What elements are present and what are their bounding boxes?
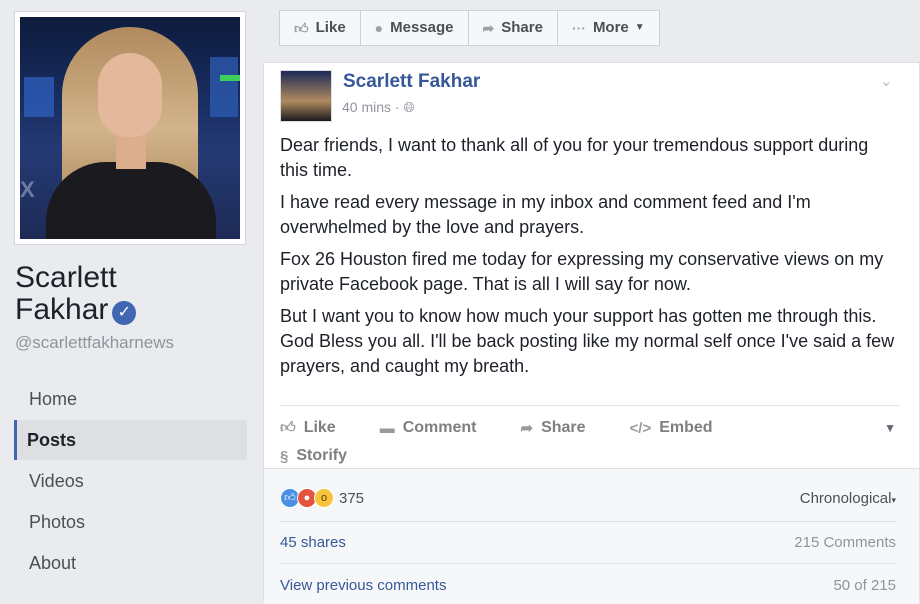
post-meta: 40 mins · 🌐︎ bbox=[342, 99, 415, 115]
share-arrow-icon: ➦ bbox=[520, 420, 534, 437]
page-action-bar: 👍︎ Like ● Message ➦ Share ··· More ▼ bbox=[279, 10, 660, 46]
nav-item-photos[interactable]: Photos bbox=[14, 502, 247, 542]
nav-item-about[interactable]: About bbox=[14, 543, 247, 583]
reaction-count[interactable]: 375 bbox=[339, 490, 364, 507]
post-author[interactable]: Scarlett Fakhar bbox=[343, 71, 480, 93]
globe-icon: 🌐︎ bbox=[403, 99, 415, 115]
page-handle: @scarlettfakharnews bbox=[15, 333, 174, 352]
post-paragraph: Dear friends, I want to thank all of you… bbox=[280, 135, 869, 180]
page-nav: Home Posts Videos Photos About bbox=[14, 379, 247, 584]
divider bbox=[280, 563, 896, 564]
post-card: Scarlett Fakhar 40 mins · 🌐︎ ⌄ Dear frie… bbox=[263, 62, 920, 604]
storify-icon: § bbox=[280, 447, 289, 465]
comments-count[interactable]: 215 Comments bbox=[794, 534, 896, 551]
comment-page-count: 50 of 215 bbox=[833, 576, 896, 594]
post-paragraph: I have read every message in my inbox an… bbox=[280, 192, 811, 237]
post-embed-label: Embed bbox=[659, 419, 713, 436]
page-more-label: More bbox=[592, 19, 629, 36]
comment-sort-label: Chronological bbox=[799, 489, 892, 507]
reactions-panel: 👍︎ ● o 375 Chronological▾ 45 shares 215 Co… bbox=[264, 468, 919, 604]
post-body: Dear friends, I want to thank all of you… bbox=[280, 133, 900, 386]
post-timestamp[interactable]: 40 mins bbox=[342, 99, 391, 115]
post-like-button[interactable]: 👍︎ Like bbox=[280, 419, 336, 437]
profile-photo-image: X bbox=[20, 17, 240, 239]
page-share-button[interactable]: ➦ Share bbox=[467, 10, 558, 46]
verified-check-icon: ✓ bbox=[112, 301, 137, 325]
post-comment-label: Comment bbox=[402, 419, 477, 436]
post-paragraph: Fox 26 Houston fired me today for expres… bbox=[280, 249, 884, 294]
page-like-label: Like bbox=[315, 19, 346, 36]
caret-down-icon[interactable]: ▼ bbox=[884, 421, 896, 435]
view-previous-comments-link[interactable]: View previous comments bbox=[280, 577, 446, 594]
page-message-label: Message bbox=[390, 19, 454, 36]
page-more-button[interactable]: ··· More ▼ bbox=[556, 10, 660, 46]
shares-link[interactable]: 45 shares bbox=[280, 534, 346, 551]
post-like-label: Like bbox=[303, 419, 336, 436]
post-paragraph: But I want you to know how much your sup… bbox=[280, 306, 895, 376]
page-like-button[interactable]: 👍︎ Like bbox=[279, 10, 361, 46]
post-storify-label: Storify bbox=[296, 447, 348, 464]
page-share-label: Share bbox=[501, 19, 543, 36]
reaction-icons[interactable]: 👍︎ ● o bbox=[280, 488, 334, 508]
thumbs-up-icon: 👍︎ bbox=[280, 419, 296, 436]
post-actions: 👍︎ Like ▬ Comment ➦ Share </> Embed ▼ § … bbox=[280, 405, 900, 470]
ellipsis-icon: ··· bbox=[571, 20, 586, 36]
page-title-line1: Scarlett bbox=[15, 261, 117, 294]
caret-down-icon: ▼ bbox=[634, 22, 645, 33]
share-arrow-icon: ➦ bbox=[482, 20, 495, 36]
messenger-icon: ● bbox=[374, 20, 384, 36]
page-title-line2: Fakhar bbox=[15, 293, 109, 326]
nav-item-videos[interactable]: Videos bbox=[14, 461, 247, 501]
profile-photo[interactable]: X bbox=[14, 11, 246, 245]
post-storify-button[interactable]: § Storify bbox=[280, 447, 347, 465]
post-embed-button[interactable]: </> Embed bbox=[630, 419, 713, 437]
author-avatar[interactable] bbox=[280, 70, 332, 122]
left-column: X Scarlett Fakhar ✓ @scarlettfakharnews H… bbox=[0, 0, 263, 595]
post-options-chevron-icon[interactable]: ⌄ bbox=[880, 71, 893, 91]
post-share-label: Share bbox=[541, 419, 586, 436]
wow-reaction-icon: o bbox=[314, 488, 334, 508]
comment-sort-dropdown[interactable]: Chronological▾ bbox=[800, 490, 896, 507]
comment-icon: ▬ bbox=[379, 419, 395, 437]
divider bbox=[280, 521, 896, 522]
page-title: Scarlett Fakhar ✓ bbox=[15, 261, 137, 326]
post-share-button[interactable]: ➦ Share bbox=[520, 419, 585, 437]
post-comment-button[interactable]: ▬ Comment bbox=[380, 419, 477, 437]
caret-down-icon: ▾ bbox=[891, 494, 896, 505]
nav-item-posts[interactable]: Posts bbox=[14, 420, 247, 460]
thumbs-up-icon: 👍︎ bbox=[294, 20, 309, 36]
nav-item-home[interactable]: Home bbox=[14, 379, 247, 419]
embed-code-icon: </> bbox=[629, 419, 652, 437]
page-message-button[interactable]: ● Message bbox=[359, 10, 469, 46]
